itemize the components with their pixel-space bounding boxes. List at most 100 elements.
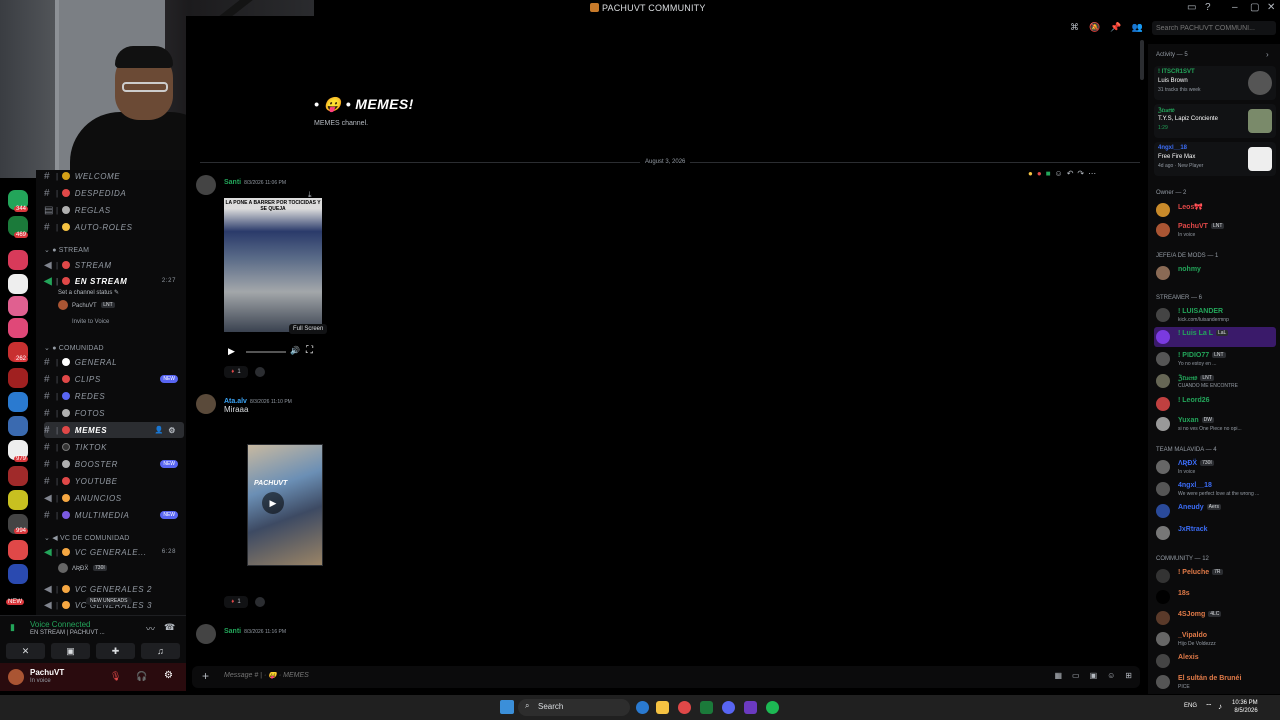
volume-icon[interactable]: 🔊	[290, 346, 300, 355]
category-comunidad[interactable]: ⌄ ● COMUNIDAD	[44, 344, 104, 352]
message-input[interactable]	[224, 672, 724, 679]
screen-share-button[interactable]: ▣	[51, 643, 90, 659]
user-name[interactable]: PachuVT	[30, 668, 64, 677]
spotify-icon[interactable]	[766, 701, 779, 714]
channel-multimedia[interactable]: # | MULTIMEDIA NEW	[44, 507, 184, 523]
voice-connected-label[interactable]: Voice Connected	[30, 620, 91, 629]
server-icon[interactable]	[8, 540, 28, 560]
member-row[interactable]: El sultán de Brunéi PICE	[1154, 672, 1276, 692]
channel-vc-generales-2[interactable]: ◀ | VC GENERALES 2	[44, 581, 184, 597]
server-icon[interactable]	[8, 274, 28, 294]
avatar[interactable]	[58, 300, 68, 310]
deafen-icon[interactable]: 🎧	[136, 671, 147, 682]
server-icon[interactable]	[8, 466, 28, 486]
member-row[interactable]: 18s	[1154, 587, 1276, 607]
member-row[interactable]: JxRtrack	[1154, 523, 1276, 543]
channel-fotos[interactable]: # | FOTOS	[44, 405, 184, 421]
minimize-button[interactable]: –	[1232, 2, 1238, 13]
avatar[interactable]	[58, 563, 68, 573]
user-settings-icon[interactable]: ⚙	[164, 670, 173, 681]
reaction-pill[interactable]: ♦ 1	[224, 366, 248, 378]
signal-icon[interactable]: ▮	[10, 622, 15, 633]
member-row[interactable]: ! PIDIO77 LNT Yo no estoy en ...	[1154, 349, 1276, 369]
member-row[interactable]: Alexis	[1154, 651, 1276, 671]
quick-reaction-icon[interactable]: ●	[1037, 169, 1042, 178]
activity-card[interactable]: ℨ𝔯𝔲𝔢𝔫𝔬 T.Y.S, Lapiz Conciente 1:29	[1154, 104, 1276, 138]
add-member-icon[interactable]: 👤	[155, 426, 164, 434]
play-icon[interactable]: ▶	[262, 492, 284, 514]
volume-icon[interactable]: ♪	[1218, 702, 1222, 711]
disconnect-icon[interactable]: ☎	[164, 622, 175, 633]
member-row[interactable]: Yuxan DW si no ves One Piece no opi...	[1154, 414, 1276, 434]
avatar[interactable]	[196, 175, 216, 195]
member-row[interactable]: Leos🎀	[1154, 200, 1276, 220]
threads-icon[interactable]: ⌘	[1070, 22, 1079, 33]
member-row[interactable]: ! LUISANDER kick.com/luisandermnp	[1154, 305, 1276, 325]
member-row[interactable]: PachuVT LNT In voice	[1154, 220, 1276, 240]
message-author[interactable]: Ata.alv	[224, 398, 247, 405]
server-icon[interactable]	[8, 368, 28, 388]
chat-scrollbar[interactable]	[1140, 40, 1144, 80]
file-explorer-icon[interactable]	[656, 701, 669, 714]
video-attachment[interactable]	[247, 444, 323, 566]
member-row[interactable]: _Vipaldo Hijo De Voldezzz	[1154, 629, 1276, 649]
notification-settings-icon[interactable]: 🔕	[1089, 22, 1100, 33]
video-attachment[interactable]	[224, 198, 322, 332]
soundboard-button[interactable]: ♫	[141, 643, 180, 659]
attach-plus-icon[interactable]: +	[202, 669, 209, 683]
wifi-icon[interactable]: ⌔	[1205, 702, 1213, 712]
help-icon[interactable]: ?	[1205, 2, 1211, 13]
voice-channel-path[interactable]: EN STREAM | PACHUVT ...	[30, 630, 105, 636]
gif-icon[interactable]: ▭	[1072, 671, 1080, 680]
avatar[interactable]	[196, 394, 216, 414]
member-list-icon[interactable]: 👥	[1131, 22, 1142, 33]
camera-off-button[interactable]: ✕	[6, 643, 45, 659]
activity-card[interactable]: ! ITSCR1SVT Luis Brown 31 tracks this we…	[1154, 66, 1276, 100]
sticker-icon[interactable]: ▣	[1090, 671, 1098, 680]
progress-bar[interactable]	[246, 351, 286, 353]
channel-anuncios[interactable]: ◀ | ANUNCIOS	[44, 490, 184, 506]
server-icon[interactable]	[8, 250, 28, 270]
inbox-icon[interactable]: ▭	[1187, 2, 1196, 13]
channel-stream[interactable]: ◀ | STREAM	[44, 257, 184, 273]
app-icon[interactable]	[744, 701, 757, 714]
member-row[interactable]: 4ngxl__18 We were perfect love at the wro…	[1154, 479, 1276, 499]
channel-memes[interactable]: # | MEMES ⚙ 👤	[44, 422, 184, 438]
member-row[interactable]: ! Leord26	[1154, 394, 1276, 414]
quick-reaction-icon[interactable]: ■	[1046, 169, 1051, 178]
more-icon[interactable]: ⋯	[1088, 169, 1096, 178]
discord-icon[interactable]	[722, 701, 735, 714]
add-reaction-icon[interactable]	[255, 367, 265, 377]
member-row[interactable]: ! Peluche 7R	[1154, 566, 1276, 586]
fullscreen-icon[interactable]: ⛶	[306, 345, 313, 356]
close-button[interactable]: ✕	[1267, 2, 1275, 13]
add-reaction-icon[interactable]: ☺	[1055, 169, 1063, 178]
server-icon[interactable]	[8, 392, 28, 412]
language-indicator[interactable]: ENG	[1184, 703, 1197, 709]
reply-icon[interactable]: ↶	[1067, 169, 1074, 178]
channel-clips[interactable]: # | CLIPS NEW	[44, 371, 184, 387]
channel-reglas[interactable]: ▤ | REGLAS	[44, 202, 184, 218]
forward-icon[interactable]: ↷	[1077, 169, 1084, 178]
category-vc-de-comunidad[interactable]: ⌄ ◀ VC DE COMUNIDAD	[44, 534, 129, 542]
add-reaction-icon[interactable]	[255, 597, 265, 607]
server-icon[interactable]	[8, 296, 28, 316]
quick-reaction-icon[interactable]: ●	[1028, 169, 1033, 178]
search-input[interactable]	[1152, 21, 1276, 35]
channel-status-setter[interactable]: Set a channel status ✎	[58, 289, 119, 296]
channel-vc-generales[interactable]: ◀ | VC GENERALE... 6:28	[44, 544, 184, 560]
gift-icon[interactable]: ▦	[1054, 671, 1062, 680]
message-author[interactable]: Santi	[224, 179, 241, 186]
message-author[interactable]: Santi	[224, 628, 241, 635]
channel-redes[interactable]: # | REDES	[44, 388, 184, 404]
member-row[interactable]: ! Luis La L LaL	[1154, 327, 1276, 347]
invite-to-voice-link[interactable]: Invite to Voice	[72, 319, 109, 325]
channel-despedida[interactable]: # | DESPEDIDA	[44, 185, 184, 201]
member-row[interactable]: ɅƦĐẌ 730I In voice	[1154, 457, 1276, 477]
channel-en-stream[interactable]: ◀ | EN STREAM 2:27	[44, 273, 184, 289]
voice-user[interactable]: ɅƦĐẌ 730I	[72, 565, 107, 572]
apps-icon[interactable]: ⊞	[1125, 671, 1132, 680]
channel-tiktok[interactable]: # | TIKTOK	[44, 439, 184, 455]
clock[interactable]: 10:36 PM 8/5/2026	[1232, 699, 1258, 715]
activities-button[interactable]: ✚	[96, 643, 135, 659]
